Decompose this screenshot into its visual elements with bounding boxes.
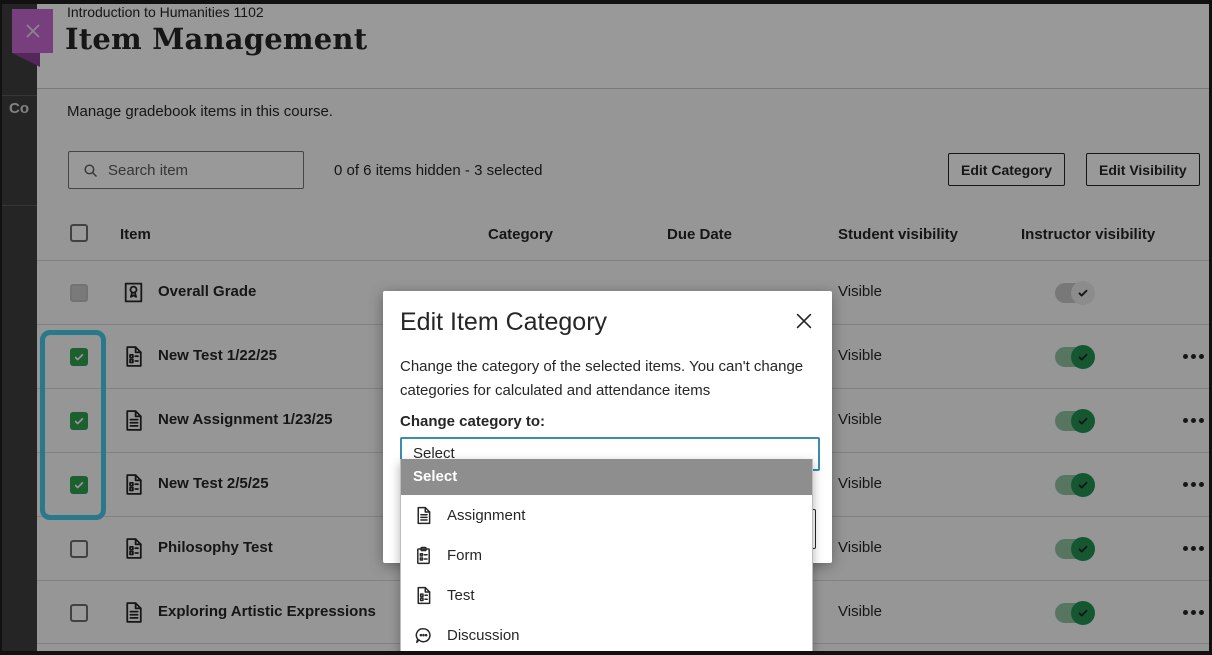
- window-frame: [0, 651, 1212, 655]
- category-options-listbox: Select Assignment Form Test Discussion: [400, 459, 813, 655]
- assignment-icon: [413, 505, 434, 526]
- window-frame: [0, 0, 2, 655]
- option-label: Form: [447, 547, 482, 564]
- category-option[interactable]: Assignment: [401, 495, 812, 535]
- close-icon: [793, 310, 815, 332]
- test-icon: [413, 585, 434, 606]
- category-option[interactable]: Form: [401, 535, 812, 575]
- window-frame: [0, 0, 1212, 4]
- dialog-description: Change the category of the selected item…: [400, 355, 832, 403]
- discussion-icon: [413, 625, 434, 646]
- category-option[interactable]: Test: [401, 575, 812, 615]
- category-option-highlighted[interactable]: Select: [401, 459, 812, 495]
- category-field-label: Change category to:: [400, 413, 545, 430]
- category-option[interactable]: Discussion: [401, 615, 812, 655]
- form-icon: [413, 545, 434, 566]
- option-label: Test: [447, 587, 475, 604]
- option-label: Assignment: [447, 507, 525, 524]
- option-label: Discussion: [447, 627, 520, 644]
- item-management-screen: Co Introduction to Humanities 1102 Item …: [0, 0, 1212, 655]
- dialog-title: Edit Item Category: [400, 308, 607, 337]
- dialog-close-button[interactable]: [791, 309, 817, 335]
